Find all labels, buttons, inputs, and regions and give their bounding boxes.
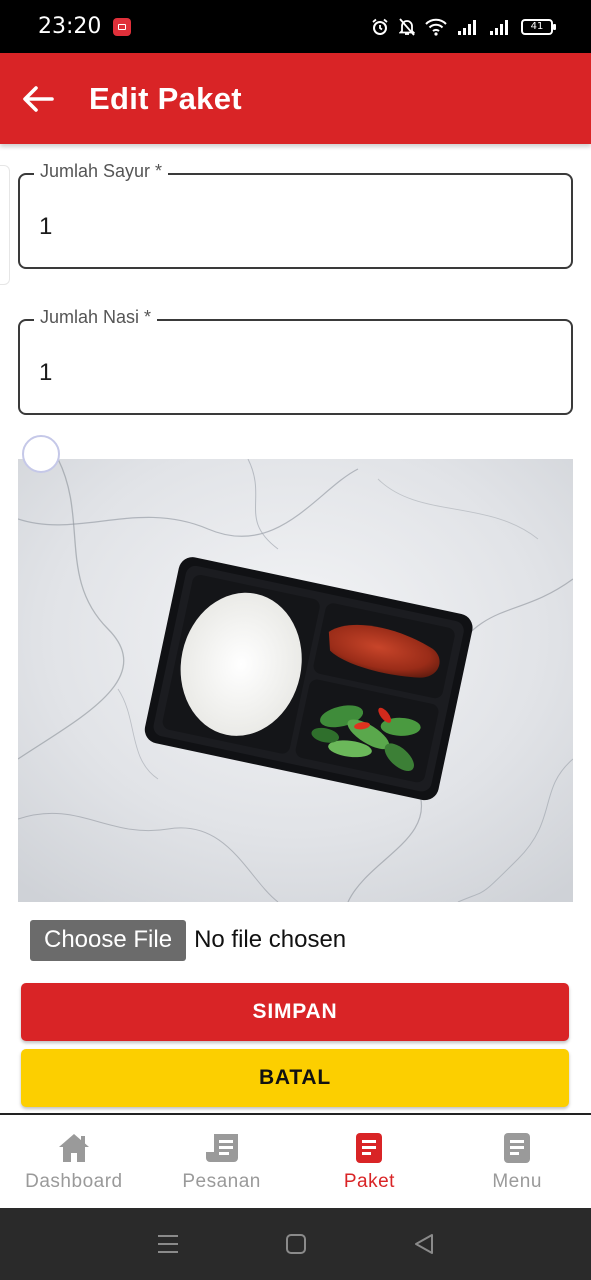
arrow-left-icon bbox=[23, 85, 54, 112]
page-title: Edit Paket bbox=[89, 80, 242, 116]
nav-label-menu: Menu bbox=[492, 1171, 542, 1192]
save-button[interactable]: SIMPAN bbox=[21, 983, 569, 1041]
signal-icon-1 bbox=[458, 19, 476, 35]
status-left: 23:20 bbox=[38, 14, 132, 39]
file-picker: Choose File No file chosen bbox=[30, 919, 346, 961]
signal-icon-2 bbox=[490, 19, 508, 35]
status-time: 23:20 bbox=[38, 14, 102, 39]
app-bar: Edit Paket bbox=[0, 53, 591, 144]
image-select-radio[interactable] bbox=[22, 435, 60, 473]
nav-label-pesanan: Pesanan bbox=[182, 1171, 261, 1192]
status-bar: 23:20 41 bbox=[0, 0, 591, 53]
receipt-icon bbox=[205, 1134, 238, 1162]
jumlah-sayur-label: Jumlah Sayur * bbox=[34, 161, 169, 182]
nav-item-pesanan[interactable]: Pesanan bbox=[148, 1115, 296, 1208]
wifi-icon bbox=[425, 18, 447, 36]
nav-label-dashboard: Dashboard bbox=[25, 1171, 123, 1192]
home-button-icon[interactable] bbox=[285, 1233, 307, 1255]
nav-label-paket: Paket bbox=[343, 1171, 395, 1192]
nav-item-paket[interactable]: Paket bbox=[296, 1115, 444, 1208]
jumlah-nasi-input[interactable]: 1 bbox=[39, 359, 52, 387]
jumlah-nasi-field[interactable]: Jumlah Nasi * 1 bbox=[18, 307, 573, 415]
package-image bbox=[18, 459, 573, 902]
nav-item-dashboard[interactable]: Dashboard bbox=[0, 1115, 148, 1208]
nav-item-menu[interactable]: Menu bbox=[443, 1115, 591, 1208]
scroll-edge-indicator bbox=[0, 165, 10, 285]
alarm-icon bbox=[372, 18, 388, 35]
screen-record-icon bbox=[113, 17, 132, 36]
choose-file-button[interactable]: Choose File bbox=[30, 919, 187, 961]
back-triangle-icon[interactable] bbox=[413, 1233, 435, 1255]
recents-icon[interactable] bbox=[157, 1233, 179, 1255]
jumlah-sayur-field[interactable]: Jumlah Sayur * 1 bbox=[18, 161, 573, 269]
document-icon bbox=[356, 1133, 383, 1163]
back-button[interactable] bbox=[20, 81, 56, 117]
file-status-text: No file chosen bbox=[194, 926, 347, 953]
mute-bell-icon bbox=[399, 17, 415, 36]
home-icon bbox=[58, 1134, 89, 1162]
battery-icon: 41 bbox=[521, 18, 556, 35]
jumlah-nasi-label: Jumlah Nasi * bbox=[34, 307, 158, 328]
system-nav-bar bbox=[0, 1208, 591, 1280]
jumlah-sayur-input[interactable]: 1 bbox=[39, 213, 52, 241]
bottom-nav: Dashboard Pesanan Paket Menu bbox=[0, 1115, 591, 1208]
document-icon bbox=[504, 1133, 531, 1163]
status-right: 41 bbox=[371, 17, 556, 36]
cancel-button[interactable]: BATAL bbox=[21, 1049, 569, 1107]
